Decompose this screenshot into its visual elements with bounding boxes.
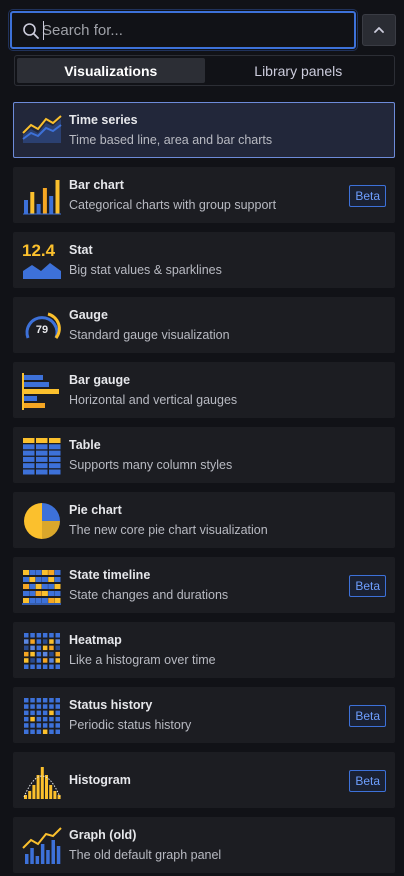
bar-chart-icon — [23, 180, 61, 215]
pie-chart-icon — [24, 503, 60, 539]
beta-badge: Beta — [349, 705, 386, 727]
viz-description: Standard gauge visualization — [69, 328, 230, 342]
table-icon — [23, 438, 61, 475]
viz-name: Bar gauge — [69, 373, 131, 387]
viz-card-stat[interactable]: 12.4 Stat Big stat values & sparklines — [13, 232, 395, 288]
gauge-icon: 79 — [25, 312, 61, 339]
viz-card-table[interactable]: Table Supports many column styles — [13, 427, 395, 483]
collapse-button[interactable] — [362, 14, 396, 46]
tab-library-panels[interactable]: Library panels — [205, 58, 393, 83]
viz-name: Time series — [69, 113, 138, 127]
viz-description: Time based line, area and bar charts — [69, 133, 273, 147]
panel-type-tabs: Visualizations Library panels — [14, 55, 395, 86]
beta-badge: Beta — [349, 185, 386, 207]
viz-card-pie-chart[interactable]: Pie chart The new core pie chart visualiz… — [13, 492, 395, 548]
viz-description: Periodic status history — [69, 718, 192, 732]
viz-name: Graph (old) — [69, 828, 137, 842]
viz-name: Histogram — [69, 773, 131, 787]
viz-card-heatmap[interactable]: Heatmap Like a histogram over time — [13, 622, 395, 678]
viz-card-histogram[interactable]: Histogram Beta — [13, 752, 395, 808]
histogram-icon — [23, 767, 61, 799]
viz-description: Supports many column styles — [69, 458, 233, 472]
viz-card-status-history[interactable]: Status history Periodic status history Bet… — [13, 687, 395, 743]
heatmap-icon — [24, 633, 60, 669]
search-icon — [23, 23, 39, 39]
stat-icon: 12.4 — [22, 241, 61, 279]
viz-card-bar-chart[interactable]: Bar chart Categorical charts with group s… — [13, 167, 395, 223]
viz-description: Big stat values & sparklines — [69, 263, 222, 277]
viz-name: Table — [69, 438, 101, 452]
viz-card-state-timeline[interactable]: State timeline State changes and duration… — [13, 557, 395, 613]
text-caret — [43, 21, 44, 40]
viz-name: Pie chart — [69, 503, 122, 517]
beta-badge: Beta — [349, 575, 386, 597]
viz-name: State timeline — [69, 568, 151, 582]
chevron-up-icon — [374, 27, 384, 33]
viz-description: Categorical charts with group support — [69, 198, 277, 212]
viz-card-time-series[interactable]: Time series Time based line, area and bar… — [13, 102, 395, 158]
viz-name: Stat — [69, 243, 93, 257]
graph-old-icon — [22, 827, 62, 864]
search-row — [10, 10, 396, 50]
viz-description: The old default graph panel — [69, 848, 222, 862]
viz-name: Bar chart — [69, 178, 124, 192]
tab-visualizations[interactable]: Visualizations — [17, 58, 205, 83]
time-series-icon — [22, 115, 62, 143]
bar-gauge-icon — [22, 373, 59, 410]
viz-description: Like a histogram over time — [69, 653, 216, 667]
viz-name: Gauge — [69, 308, 108, 322]
viz-name: Status history — [69, 698, 153, 712]
viz-description: State changes and durations — [69, 588, 229, 602]
state-timeline-icon — [22, 570, 61, 605]
svg-text:12.4: 12.4 — [22, 241, 56, 260]
viz-description: Horizontal and vertical gauges — [69, 393, 238, 407]
beta-badge: Beta — [349, 770, 386, 792]
viz-card-graph-old[interactable]: Graph (old) The old default graph panel — [13, 817, 395, 873]
viz-card-gauge[interactable]: 79 Gauge Standard gauge visualization — [13, 297, 395, 353]
search-input[interactable] — [42, 17, 342, 43]
search-box[interactable] — [10, 11, 356, 49]
status-history-icon — [24, 698, 60, 734]
viz-description: The new core pie chart visualization — [69, 523, 268, 537]
svg-text:79: 79 — [36, 324, 48, 336]
viz-name: Heatmap — [69, 633, 122, 647]
viz-card-bar-gauge[interactable]: Bar gauge Horizontal and vertical gauges — [13, 362, 395, 418]
